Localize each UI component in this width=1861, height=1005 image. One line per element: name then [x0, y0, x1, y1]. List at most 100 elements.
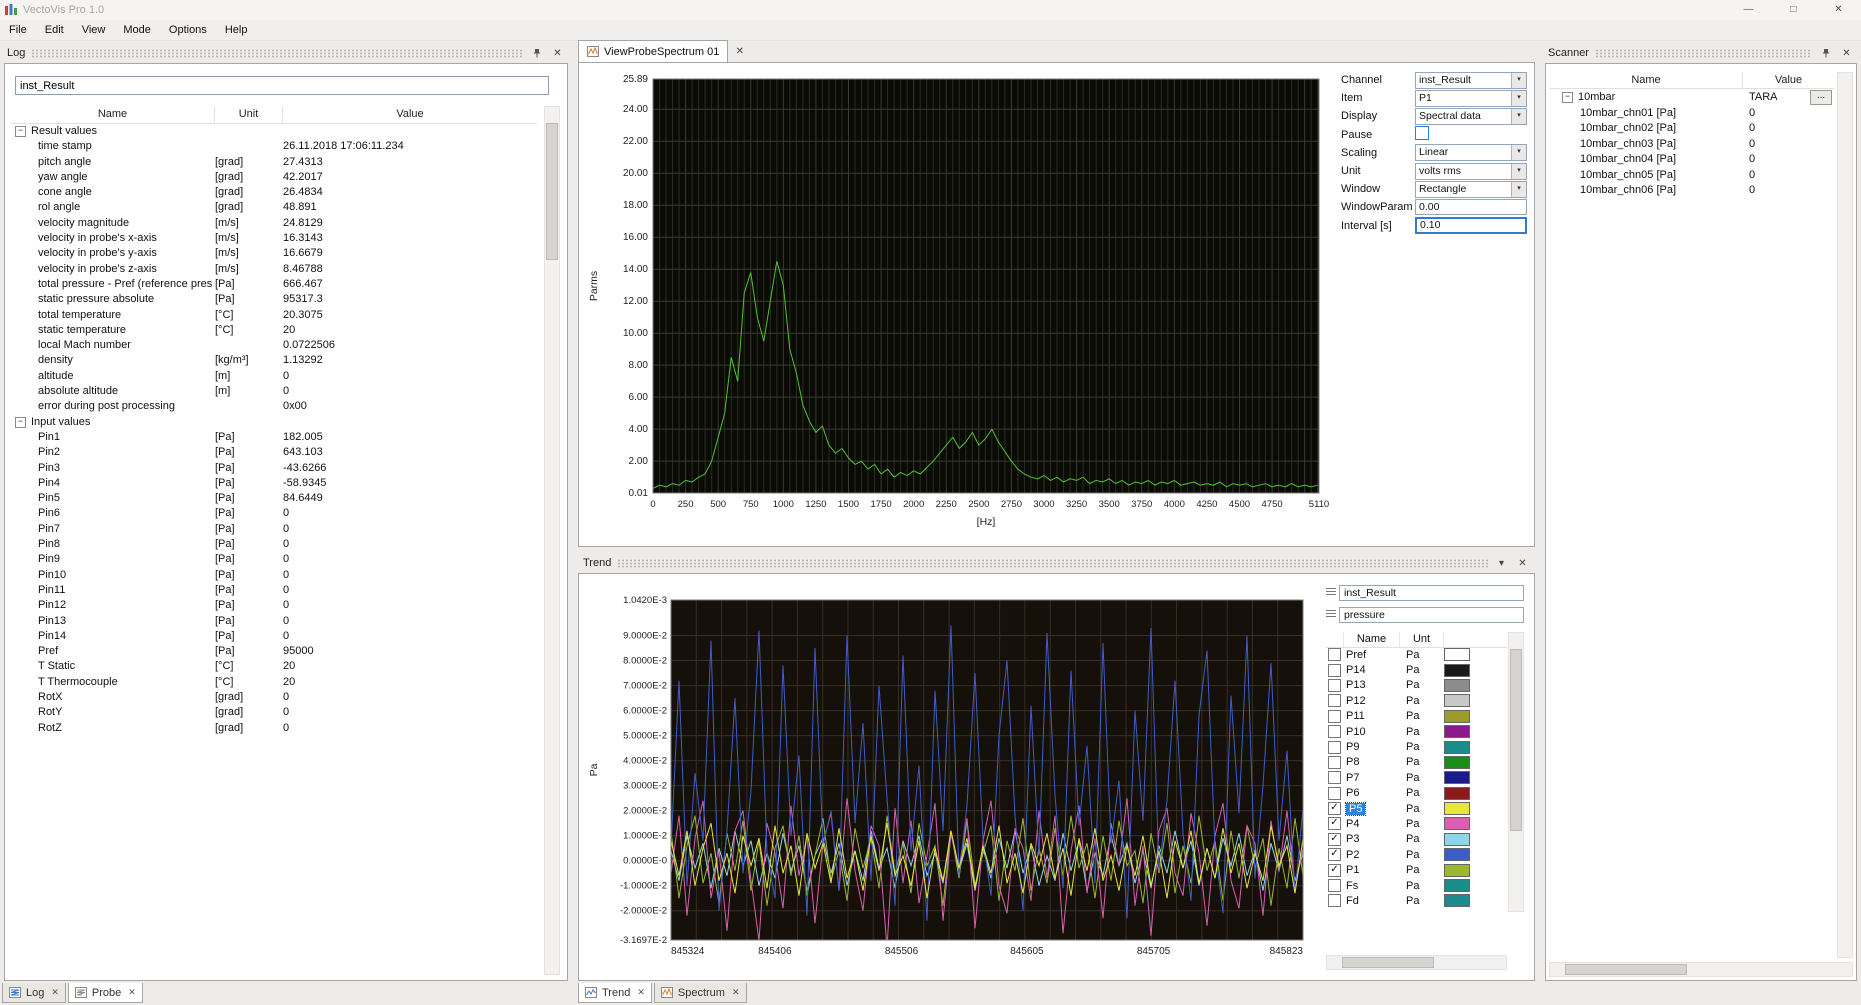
chevron-down-icon[interactable]: ▾ [1511, 109, 1526, 124]
property-input-windowparam[interactable]: 0.00 [1415, 199, 1527, 215]
legend-row-fs[interactable]: FsPa [1326, 878, 1507, 893]
legend-column-name[interactable]: Name [1344, 632, 1400, 647]
log-row-pin11[interactable]: Pin11[Pa]0 [11, 583, 537, 598]
scroll-thumb[interactable] [1510, 649, 1522, 831]
property-select-channel[interactable]: inst_Result▾ [1415, 72, 1527, 89]
tab-spectrum[interactable]: Spectrum✕ [654, 983, 747, 1003]
scroll-down-icon[interactable] [1509, 897, 1523, 911]
panel-drag-handle[interactable] [31, 49, 523, 58]
log-row-absolute-altitude[interactable]: absolute altitude[m]0 [11, 384, 537, 399]
legend-checkbox[interactable]: ✓ [1328, 817, 1341, 830]
log-row-rotx[interactable]: RotX[grad]0 [11, 690, 537, 705]
tab-trend[interactable]: Trend✕ [578, 983, 652, 1003]
log-row-pin14[interactable]: Pin14[Pa]0 [11, 629, 537, 644]
log-row-pin3[interactable]: Pin3[Pa]-43.6266 [11, 461, 537, 476]
trend-plot-area[interactable] [671, 600, 1303, 940]
log-row-pin12[interactable]: Pin12[Pa]0 [11, 598, 537, 613]
legend-row-p1[interactable]: ✓P1Pa [1326, 862, 1507, 877]
close-tab-icon[interactable]: ✕ [732, 987, 740, 998]
scanner-channel-row[interactable]: 10mbar_chn01 [Pa]0 [1550, 106, 1834, 122]
log-row-pin10[interactable]: Pin10[Pa]0 [11, 568, 537, 583]
scroll-left-icon[interactable] [1327, 956, 1341, 970]
scroll-right-icon[interactable] [1838, 963, 1852, 977]
legend-vertical-scrollbar[interactable] [1508, 632, 1524, 912]
tab-viewprobespectrum[interactable]: ViewProbeSpectrum 01 [578, 40, 728, 62]
log-row-velocity-in-probe-s-x-axis[interactable]: velocity in probe's x-axis[m/s]16.3143 [11, 231, 537, 246]
legend-row-p12[interactable]: P12Pa [1326, 693, 1507, 708]
legend-color-swatch[interactable] [1444, 802, 1470, 815]
column-header-unit[interactable]: Unit [215, 106, 283, 123]
legend-checkbox[interactable]: ✓ [1328, 864, 1341, 877]
trend-item-combo[interactable]: pressure [1326, 606, 1524, 623]
log-row-pin13[interactable]: Pin13[Pa]0 [11, 614, 537, 629]
close-tab-icon[interactable]: ✕ [51, 987, 59, 998]
log-row-pin6[interactable]: Pin6[Pa]0 [11, 506, 537, 521]
legend-checkbox[interactable] [1328, 879, 1341, 892]
legend-row-p7[interactable]: P7Pa [1326, 770, 1507, 785]
legend-color-swatch[interactable] [1444, 741, 1470, 754]
chevron-down-icon[interactable]: ▾ [1511, 91, 1526, 106]
log-row-altitude[interactable]: altitude[m]0 [11, 369, 537, 384]
log-row-velocity-in-probe-s-y-axis[interactable]: velocity in probe's y-axis[m/s]16.6679 [11, 246, 537, 261]
property-input-interval-s[interactable]: 0.10 [1415, 217, 1527, 234]
chevron-down-icon[interactable]: ▾ [1511, 73, 1526, 88]
legend-checkbox[interactable] [1328, 787, 1341, 800]
tab-probe[interactable]: Probe✕ [68, 983, 143, 1003]
log-row-velocity-magnitude[interactable]: velocity magnitude[m/s]24.8129 [11, 216, 537, 231]
log-row-time-stamp[interactable]: time stamp26.11.2018 17:06:11.234 [11, 139, 537, 154]
property-select-item[interactable]: P1▾ [1415, 90, 1527, 107]
chevron-down-icon[interactable]: ▾ [1511, 164, 1526, 179]
log-row-t-thermocouple[interactable]: T Thermocouple[°C]20 [11, 675, 537, 690]
log-row-pref[interactable]: Pref[Pa]95000 [11, 644, 537, 659]
legend-color-swatch[interactable] [1444, 679, 1470, 692]
legend-row-p10[interactable]: P10Pa [1326, 724, 1507, 739]
result-filter-input[interactable] [15, 76, 549, 95]
scroll-thumb[interactable] [1342, 957, 1434, 968]
legend-checkbox[interactable]: ✓ [1328, 802, 1341, 815]
legend-row-p5[interactable]: ✓P5Pa [1326, 801, 1507, 816]
close-panel-icon[interactable]: ✕ [550, 46, 565, 61]
legend-color-swatch[interactable] [1444, 694, 1470, 707]
legend-color-swatch[interactable] [1444, 833, 1470, 846]
legend-column-unit[interactable]: Unt [1400, 632, 1444, 647]
scanner-channel-row[interactable]: 10mbar_chn04 [Pa]0 [1550, 152, 1834, 168]
legend-color-swatch[interactable] [1444, 664, 1470, 677]
property-select-window[interactable]: Rectangle▾ [1415, 181, 1527, 198]
legend-row-p4[interactable]: ✓P4Pa [1326, 816, 1507, 831]
minimize-icon[interactable]: — [1726, 0, 1771, 20]
legend-checkbox[interactable] [1328, 756, 1341, 769]
scanner-channel-row[interactable]: 10mbar_chn02 [Pa]0 [1550, 121, 1834, 137]
menu-view[interactable]: View [73, 20, 115, 40]
tab-log[interactable]: Log✕ [2, 983, 66, 1003]
legend-row-p3[interactable]: ✓P3Pa [1326, 832, 1507, 847]
scroll-left-icon[interactable] [1550, 963, 1564, 977]
legend-color-swatch[interactable] [1444, 710, 1470, 723]
scroll-down-icon[interactable] [545, 960, 559, 974]
log-group-row[interactable]: −Result values [11, 124, 537, 139]
log-row-total-temperature[interactable]: total temperature[°C]20.3075 [11, 308, 537, 323]
close-document-icon[interactable]: ✕ [732, 44, 747, 59]
maximize-icon[interactable]: □ [1771, 0, 1816, 20]
log-row-roty[interactable]: RotY[grad]0 [11, 705, 537, 720]
collapse-icon[interactable]: − [15, 126, 26, 137]
scanner-vertical-scrollbar[interactable] [1837, 72, 1853, 958]
property-select-scaling[interactable]: Linear▾ [1415, 144, 1527, 161]
menu-help[interactable]: Help [216, 20, 257, 40]
log-row-pin4[interactable]: Pin4[Pa]-58.9345 [11, 476, 537, 491]
log-row-rol-angle[interactable]: rol angle[grad]48.891 [11, 200, 537, 215]
chevron-down-icon[interactable]: ▾ [1494, 556, 1509, 571]
legend-color-swatch[interactable] [1444, 648, 1470, 661]
log-row-static-temperature[interactable]: static temperature[°C]20 [11, 323, 537, 338]
property-select-unit[interactable]: volts rms▾ [1415, 163, 1527, 180]
legend-color-swatch[interactable] [1444, 756, 1470, 769]
legend-checkbox[interactable] [1328, 694, 1341, 707]
trend-channel-combo[interactable]: inst_Result [1326, 584, 1524, 601]
trend-item-value[interactable]: pressure [1339, 607, 1524, 623]
legend-checkbox[interactable] [1328, 648, 1341, 661]
log-row-pin7[interactable]: Pin7[Pa]0 [11, 522, 537, 537]
log-row-total-pressure-pref-reference-pres[interactable]: total pressure - Pref (reference pres[Pa… [11, 277, 537, 292]
scroll-up-icon[interactable] [1509, 633, 1523, 647]
log-row-pin2[interactable]: Pin2[Pa]643.103 [11, 445, 537, 460]
scanner-channel-row[interactable]: 10mbar_chn03 [Pa]0 [1550, 137, 1834, 153]
legend-row-p9[interactable]: P9Pa [1326, 739, 1507, 754]
